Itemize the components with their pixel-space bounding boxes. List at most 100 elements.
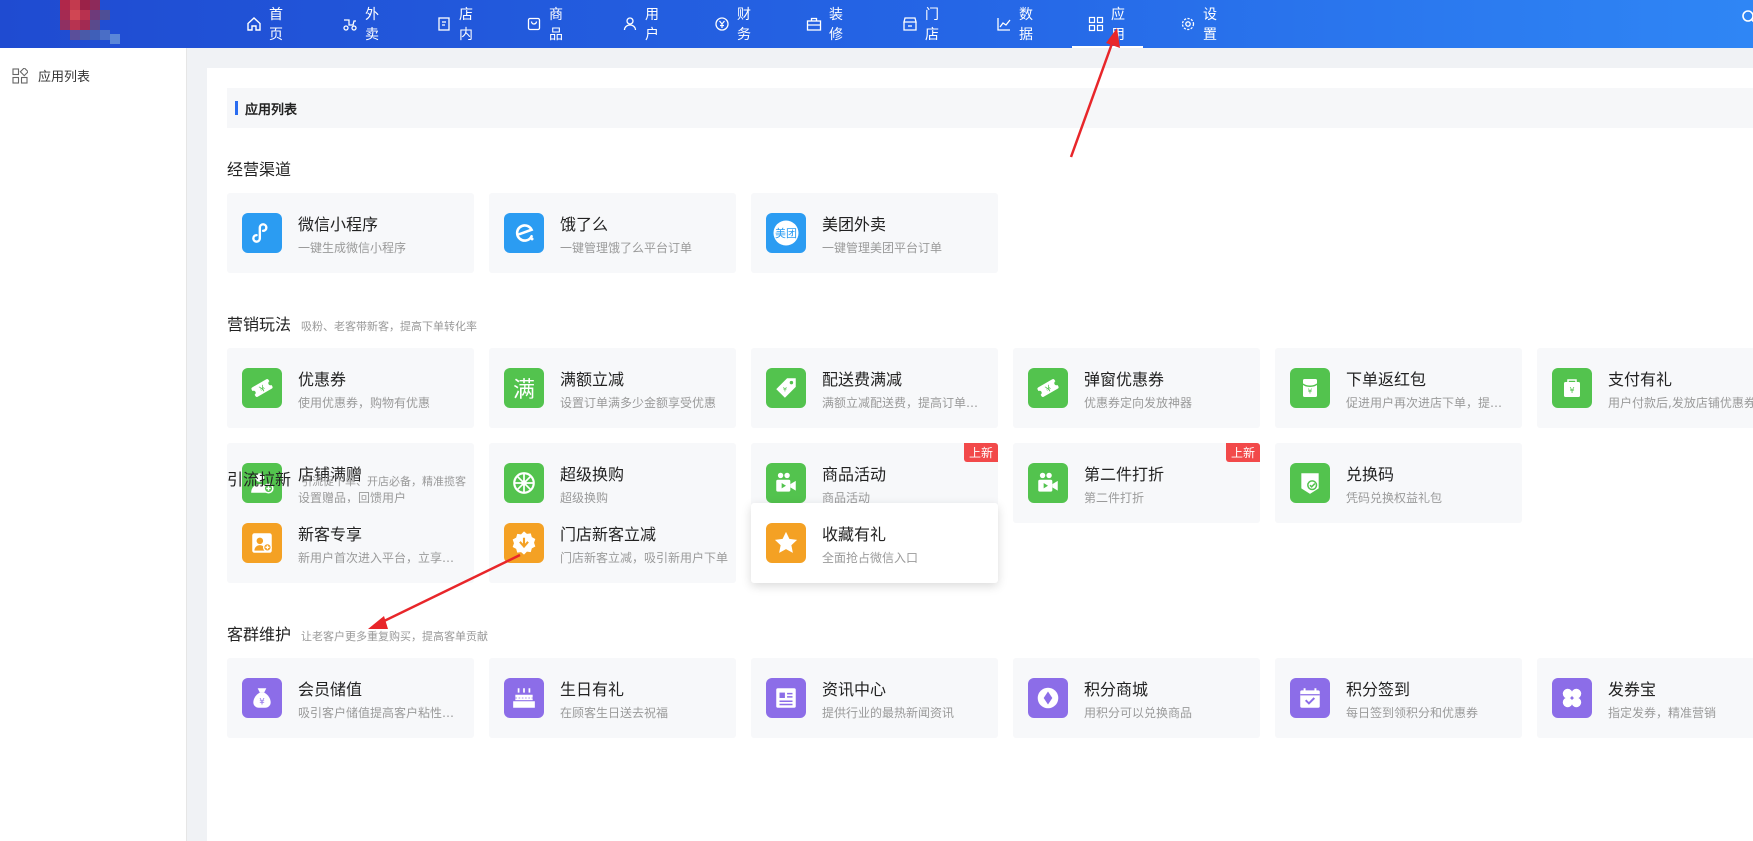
app-card[interactable]: 收藏有礼全面抢占微信入口 (751, 503, 998, 583)
app-card[interactable]: 积分商城用积分可以兑换商品 (1013, 658, 1260, 738)
wallet-icon (714, 16, 730, 32)
app-description: 门店新客立减，吸引新用户下单 (560, 551, 728, 565)
points-icon (1028, 678, 1068, 718)
app-card[interactable]: ¥ 下单返红包促进用户再次进店下单，提高复购率 (1275, 348, 1522, 428)
app-card[interactable]: 发券宝 指定发券，精准营销 (1537, 658, 1753, 738)
app-description: 提供行业的最热新闻资讯 (822, 706, 955, 720)
app-name: 会员储值 (298, 680, 363, 699)
mini-program-icon (242, 213, 282, 253)
section-header: 引流拉新 引流促下单、开店必备，精准揽客 (227, 466, 466, 490)
app-card[interactable]: ¥ 会员储值吸引客户储值提高客户粘性和忠诚度 (227, 658, 474, 738)
app-description: 指定发券，精准营销 (1608, 706, 1717, 720)
nav-item-label: 首页 (269, 7, 283, 43)
full-reduction-icon-label: 满 (512, 378, 535, 403)
app-card[interactable]: 生日有礼在顾客生日送去祝福 (489, 658, 736, 738)
section-header: 营销玩法 吸粉、老客带新客，提高下单转化率 (227, 311, 477, 335)
search-icon[interactable] (1741, 9, 1753, 25)
nav-item-5[interactable]: 财务 (714, 0, 751, 48)
app-name: 优惠券 (298, 370, 347, 389)
top-navigation-bar: 首页 外卖 店内 商品 用户 财务 装修 门店 数据 应用 设置 (0, 0, 1753, 48)
apps-icon (12, 67, 28, 84)
section-subtitle: 引流促下单、开店必备，精准揽客 (301, 475, 467, 488)
app-card[interactable]: 门店新客立减门店新客立减，吸引新用户下单 (489, 503, 736, 583)
app-name: 满额立减 (560, 370, 625, 389)
app-name: 超级换购 (560, 465, 625, 484)
nav-item-4[interactable]: 用户 (622, 0, 659, 48)
chart-icon (996, 16, 1012, 32)
app-card[interactable]: 美团 美团外卖 一键管理美团平台订单 (751, 193, 998, 273)
redeem-code-icon (1290, 463, 1330, 503)
calendar-check-icon (1290, 678, 1330, 718)
nav-item-7[interactable]: 门店 (902, 0, 939, 48)
sidebar-item-label: 应用列表 (38, 70, 91, 85)
app-card[interactable]: 饿了么 一键管理饿了么平台订单 (489, 193, 736, 273)
eleme-icon (504, 213, 544, 253)
clover-icon (1552, 678, 1592, 718)
video-camera-icon (1028, 463, 1068, 503)
app-name: 下单返红包 (1346, 370, 1427, 389)
app-description: 满额立减配送费，提高订单转化率 (822, 396, 990, 410)
section-title: 经营渠道 (227, 160, 292, 179)
nav-item-label: 用户 (645, 7, 659, 43)
app-name: 积分签到 (1346, 680, 1411, 699)
app-card[interactable]: 资讯中心 提供行业的最热新闻资讯 (751, 658, 998, 738)
nav-item-0[interactable]: 首页 (246, 0, 283, 48)
coupon-icon: ¥ (1028, 368, 1068, 408)
app-name: 弹窗优惠券 (1084, 370, 1165, 389)
app-card[interactable]: ¥ 配送费满减 满额立减配送费，提高订单转化率 (751, 348, 998, 428)
app-name: 积分商城 (1084, 680, 1149, 699)
app-card[interactable]: 满 满额立减设置订单满多少金额享受优惠 (489, 348, 736, 428)
app-card[interactable]: ¥ 优惠券 使用优惠券，购物有优惠 (227, 348, 474, 428)
app-card[interactable]: 新客专享新用户首次进入平台，立享新客优惠 (227, 503, 474, 583)
app-description: 促进用户再次进店下单，提高复购率 (1346, 396, 1514, 410)
app-card[interactable]: 第二件打折 第二件打折 上新 (1013, 443, 1260, 523)
red-packet-icon: ¥ (1290, 368, 1330, 408)
app-name: 微信小程序 (298, 215, 379, 234)
section-subtitle: 吸粉、老客带新客，提高下单转化率 (301, 320, 478, 333)
nav-item-2[interactable]: 店内 (436, 0, 473, 48)
page-title-bar: 应用列表 (227, 88, 1753, 128)
app-name: 第二件打折 (1084, 465, 1165, 484)
app-card[interactable]: ¥ 支付有礼 用户付款后,发放店铺优惠券 (1537, 348, 1753, 428)
app-name: 美团外卖 (822, 215, 887, 234)
app-description: 用积分可以兑换商品 (1084, 706, 1193, 720)
app-name: 配送费满减 (822, 370, 903, 389)
nav-item-3[interactable]: 商品 (526, 0, 563, 48)
app-card[interactable]: 兑换码 凭码兑换权益礼包 (1275, 443, 1522, 523)
app-description: 第二件打折 (1084, 491, 1145, 505)
gift-bag-icon: ¥ (1552, 368, 1592, 408)
section-title: 客群维护 (227, 625, 292, 644)
title-accent-bar (235, 101, 238, 115)
logo[interactable] (58, 0, 120, 44)
app-card[interactable]: 积分签到 每日签到领积分和优惠券 (1275, 658, 1522, 738)
app-name: 门店新客立减 (560, 525, 657, 544)
nav-item-10[interactable]: 设置 (1180, 0, 1217, 48)
star-icon (766, 523, 806, 563)
nav-item-label: 店内 (459, 7, 473, 43)
nav-item-label: 财务 (737, 7, 751, 43)
page-title: 应用列表 (245, 103, 298, 118)
app-description: 设置订单满多少金额享受优惠 (560, 396, 717, 410)
app-card[interactable]: 微信小程序 一键生成微信小程序 (227, 193, 474, 273)
nav-item-9[interactable]: 应用 (1072, 0, 1143, 48)
money-bag-icon: ¥ (242, 678, 282, 718)
app-name: 收藏有礼 (822, 525, 887, 544)
meituan-icon-label: 美团 (775, 227, 797, 240)
nav-item-1[interactable]: 外卖 (342, 0, 379, 48)
nav-item-label: 数据 (1019, 7, 1033, 43)
sidebar-item-app-list[interactable]: 应用列表 (12, 66, 90, 85)
discount-badge-icon (504, 523, 544, 563)
nav-item-8[interactable]: 数据 (996, 0, 1033, 48)
news-icon (766, 678, 806, 718)
new-badge: 上新 (1225, 443, 1260, 462)
app-name: 生日有礼 (560, 680, 625, 699)
new-customer-icon (242, 523, 282, 563)
svg-text:¥: ¥ (259, 698, 265, 708)
meituan-icon: 美团 (766, 213, 806, 253)
app-description: 吸引客户储值提高客户粘性和忠诚度 (298, 706, 466, 720)
app-description: 全面抢占微信入口 (822, 551, 919, 565)
nav-item-6[interactable]: 装修 (806, 0, 843, 48)
app-description: 在顾客生日送去祝福 (560, 706, 669, 720)
app-card[interactable]: ¥ 弹窗优惠券 优惠券定向发放神器 (1013, 348, 1260, 428)
section-subtitle: 让老客户更多重复购买，提高客单贡献 (301, 630, 489, 643)
